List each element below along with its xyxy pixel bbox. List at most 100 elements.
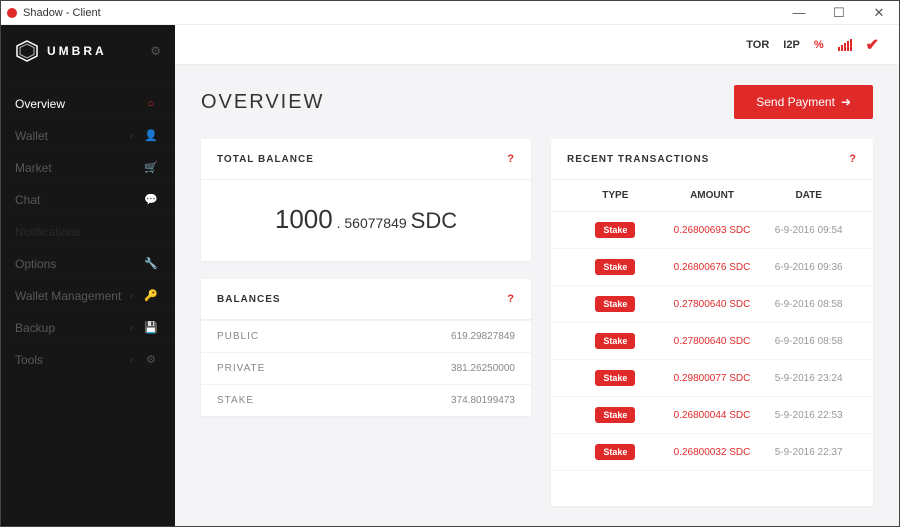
main-area: TOR I2P % ✔ OVERVIEW Send Payment ➜ TOTA… — [175, 25, 899, 526]
balance-row: PUBLIC 619.29827849 — [201, 320, 531, 352]
tor-label[interactable]: TOR — [746, 39, 769, 51]
recent-transactions-card: RECENT TRANSACTIONS ? TYPE AMOUNT DATE S… — [551, 139, 873, 506]
help-icon[interactable]: ? — [507, 153, 515, 165]
help-icon[interactable]: ? — [507, 293, 515, 305]
sidebar: UMBRA ⚙ Overview ○ Wallet ‹ 👤 Market 🛒 C… — [1, 25, 175, 526]
total-balance-value: 1000 . 56077849SDC — [201, 180, 531, 261]
transaction-row[interactable]: Stake 0.29800077 SDC5-9-2016 23:24 — [551, 360, 873, 397]
chevron-left-icon: ‹ — [130, 355, 133, 365]
transaction-row[interactable]: Stake 0.26800693 SDC6-9-2016 09:54 — [551, 212, 873, 249]
transaction-row[interactable]: Stake 0.26800044 SDC5-9-2016 22:53 — [551, 397, 873, 434]
transaction-amount: 0.26800676 SDC — [664, 262, 761, 273]
transaction-row[interactable]: Stake 0.26800032 SDC5-9-2016 22:37 — [551, 434, 873, 471]
window-minimize-button[interactable]: — — [779, 5, 819, 21]
recent-transactions-title: RECENT TRANSACTIONS — [567, 154, 709, 165]
sidebar-item-label: Wallet — [15, 129, 48, 143]
sidebar-item-label: Backup — [15, 321, 55, 335]
sidebar-item-label: Chat — [15, 193, 40, 207]
signal-bars-icon — [838, 39, 852, 51]
transaction-row[interactable]: Stake 0.27800640 SDC6-9-2016 08:58 — [551, 286, 873, 323]
sidebar-item-label: Notifications — [15, 225, 80, 239]
i2p-label[interactable]: I2P — [783, 39, 800, 51]
transaction-date: 6-9-2016 09:54 — [760, 225, 857, 236]
transaction-amount: 0.26800693 SDC — [664, 225, 761, 236]
transaction-amount: 0.29800077 SDC — [664, 373, 761, 384]
sidebar-item-market[interactable]: Market 🛒 — [1, 151, 175, 183]
transaction-date: 5-9-2016 22:53 — [760, 410, 857, 421]
window-maximize-button[interactable]: ☐ — [819, 5, 859, 21]
transaction-date: 5-9-2016 22:37 — [760, 447, 857, 458]
sidebar-item-tools[interactable]: Tools ‹ ⚙ — [1, 343, 175, 375]
col-date: DATE — [760, 190, 857, 201]
balance-value: 381.26250000 — [451, 363, 515, 374]
col-type: TYPE — [567, 190, 664, 201]
sidebar-item-wallet-management[interactable]: Wallet Management ‹ 🔑 — [1, 279, 175, 311]
transaction-amount: 0.26800032 SDC — [664, 447, 761, 458]
umbra-logo-icon — [15, 39, 39, 63]
stake-badge: Stake — [595, 333, 635, 349]
user-icon: 👤 — [141, 129, 161, 142]
brand-name: UMBRA — [47, 44, 107, 58]
stake-badge: Stake — [595, 370, 635, 386]
sidebar-item-overview[interactable]: Overview ○ — [1, 87, 175, 119]
balance-value: 619.29827849 — [451, 331, 515, 342]
stake-badge: Stake — [595, 222, 635, 238]
circle-icon: ○ — [141, 98, 161, 110]
send-payment-button[interactable]: Send Payment ➜ — [734, 85, 873, 119]
settings-gear-icon[interactable]: ⚙ — [150, 44, 161, 58]
send-payment-label: Send Payment — [756, 95, 835, 109]
page-title: OVERVIEW — [201, 91, 324, 114]
transaction-date: 6-9-2016 09:36 — [760, 262, 857, 273]
balances-card: BALANCES ? PUBLIC 619.29827849 PRIVATE 381.… — [201, 279, 531, 416]
stake-badge: Stake — [595, 296, 635, 312]
top-status-bar: TOR I2P % ✔ — [175, 25, 899, 65]
transaction-date: 6-9-2016 08:58 — [760, 336, 857, 347]
balance-label: PRIVATE — [217, 363, 265, 374]
window-title: Shadow - Client — [23, 7, 101, 19]
chat-icon: 💬 — [141, 193, 161, 206]
sidebar-item-chat[interactable]: Chat 💬 — [1, 183, 175, 215]
transaction-date: 5-9-2016 23:24 — [760, 373, 857, 384]
sidebar-item-label: Tools — [15, 353, 43, 367]
balances-title: BALANCES — [217, 294, 281, 305]
percent-indicator[interactable]: % — [814, 39, 824, 51]
transaction-date: 6-9-2016 08:58 — [760, 299, 857, 310]
wrench-icon: 🔧 — [141, 257, 161, 270]
arrow-right-icon: ➜ — [841, 95, 851, 109]
balance-row: PRIVATE 381.26250000 — [201, 352, 531, 384]
stake-badge: Stake — [595, 407, 635, 423]
sidebar-item-wallet[interactable]: Wallet ‹ 👤 — [1, 119, 175, 151]
balance-label: STAKE — [217, 395, 254, 406]
col-amount: AMOUNT — [664, 190, 761, 201]
transactions-header-row: TYPE AMOUNT DATE — [551, 180, 873, 212]
transaction-row[interactable]: Stake 0.27800640 SDC6-9-2016 08:58 — [551, 323, 873, 360]
sidebar-item-label: Overview — [15, 97, 65, 111]
window-close-button[interactable]: ✕ — [859, 5, 899, 21]
key-icon: 🔑 — [141, 289, 161, 302]
stake-badge: Stake — [595, 444, 635, 460]
balance-label: PUBLIC — [217, 331, 259, 342]
transaction-amount: 0.27800640 SDC — [664, 299, 761, 310]
app-favicon — [7, 8, 17, 18]
sidebar-item-label: Options — [15, 257, 56, 271]
transaction-row[interactable]: Stake 0.26800676 SDC6-9-2016 09:36 — [551, 249, 873, 286]
sync-check-icon: ✔ — [866, 35, 879, 55]
chevron-left-icon: ‹ — [130, 323, 133, 333]
balance-value: 374.80199473 — [451, 395, 515, 406]
total-balance-card: TOTAL BALANCE ? 1000 . 56077849SDC — [201, 139, 531, 261]
transaction-amount: 0.27800640 SDC — [664, 336, 761, 347]
balance-row: STAKE 374.80199473 — [201, 384, 531, 416]
sidebar-item-label: Market — [15, 161, 52, 175]
stake-badge: Stake — [595, 259, 635, 275]
window-titlebar: Shadow - Client — ☐ ✕ — [1, 1, 899, 25]
total-balance-title: TOTAL BALANCE — [217, 154, 314, 165]
transaction-amount: 0.26800044 SDC — [664, 410, 761, 421]
sidebar-item-label: Wallet Management — [15, 289, 121, 303]
cart-icon: 🛒 — [141, 161, 161, 174]
chevron-left-icon: ‹ — [130, 131, 133, 141]
help-icon[interactable]: ? — [849, 153, 857, 165]
sidebar-item-options[interactable]: Options 🔧 — [1, 247, 175, 279]
save-icon: 💾 — [141, 321, 161, 334]
sidebar-item-notifications[interactable]: Notifications — [1, 215, 175, 247]
sidebar-item-backup[interactable]: Backup ‹ 💾 — [1, 311, 175, 343]
